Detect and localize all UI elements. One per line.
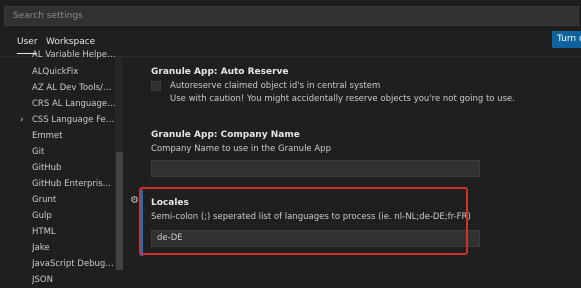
auto-reserve-checkbox[interactable] (151, 81, 161, 91)
tree-item[interactable]: AZ AL Dev Tools/A... (32, 80, 116, 96)
tree-item[interactable]: Gulp (32, 208, 116, 224)
tree-item[interactable]: Git (32, 144, 116, 160)
tab-workspace[interactable]: Workspace (46, 37, 95, 47)
tree-item[interactable]: CSS Language Feat... (32, 112, 116, 128)
company-name-description: Company Name to use in the Granule App (151, 144, 331, 154)
tab-user[interactable]: User (17, 37, 38, 47)
setting-name: Auto Reserve (220, 67, 289, 77)
search-settings-input[interactable]: Search settings (4, 6, 579, 26)
tree-item[interactable]: GitHub (32, 160, 116, 176)
setting-auto-reserve-title: Granule App: Auto Reserve (151, 67, 289, 77)
tree-item[interactable]: Grunt (32, 192, 116, 208)
tree-item[interactable]: GitHub Enterprise ... (32, 176, 116, 192)
setting-company-name-title: Granule App: Company Name (151, 130, 300, 140)
chevron-right-icon[interactable]: › (20, 112, 30, 128)
company-name-input[interactable] (151, 160, 480, 177)
tree-scrollbar-thumb[interactable] (116, 152, 123, 270)
tree-item[interactable]: CRS AL Language E... (32, 96, 116, 112)
tree-item[interactable]: Emmet (32, 128, 116, 144)
auto-reserve-checkbox-label: Autoreserve claimed object id's in centr… (170, 81, 381, 91)
tree-item[interactable]: AL Variable Helper ... (32, 47, 116, 63)
setting-category: Granule App: (151, 67, 221, 77)
turn-on-settings-sync-button[interactable]: Turn on (552, 31, 581, 48)
tree-item[interactable]: JSON (32, 272, 116, 288)
tree-item[interactable]: ALQuickFix (32, 64, 116, 80)
auto-reserve-caution: Use with caution! You might accidentally… (170, 94, 515, 104)
tree-item[interactable]: HTML (32, 224, 116, 240)
tree-item[interactable]: Jake (32, 240, 116, 256)
setting-category: Granule App: (151, 130, 221, 140)
highlight-annotation-box (139, 187, 468, 255)
setting-name: Company Name (220, 130, 300, 140)
